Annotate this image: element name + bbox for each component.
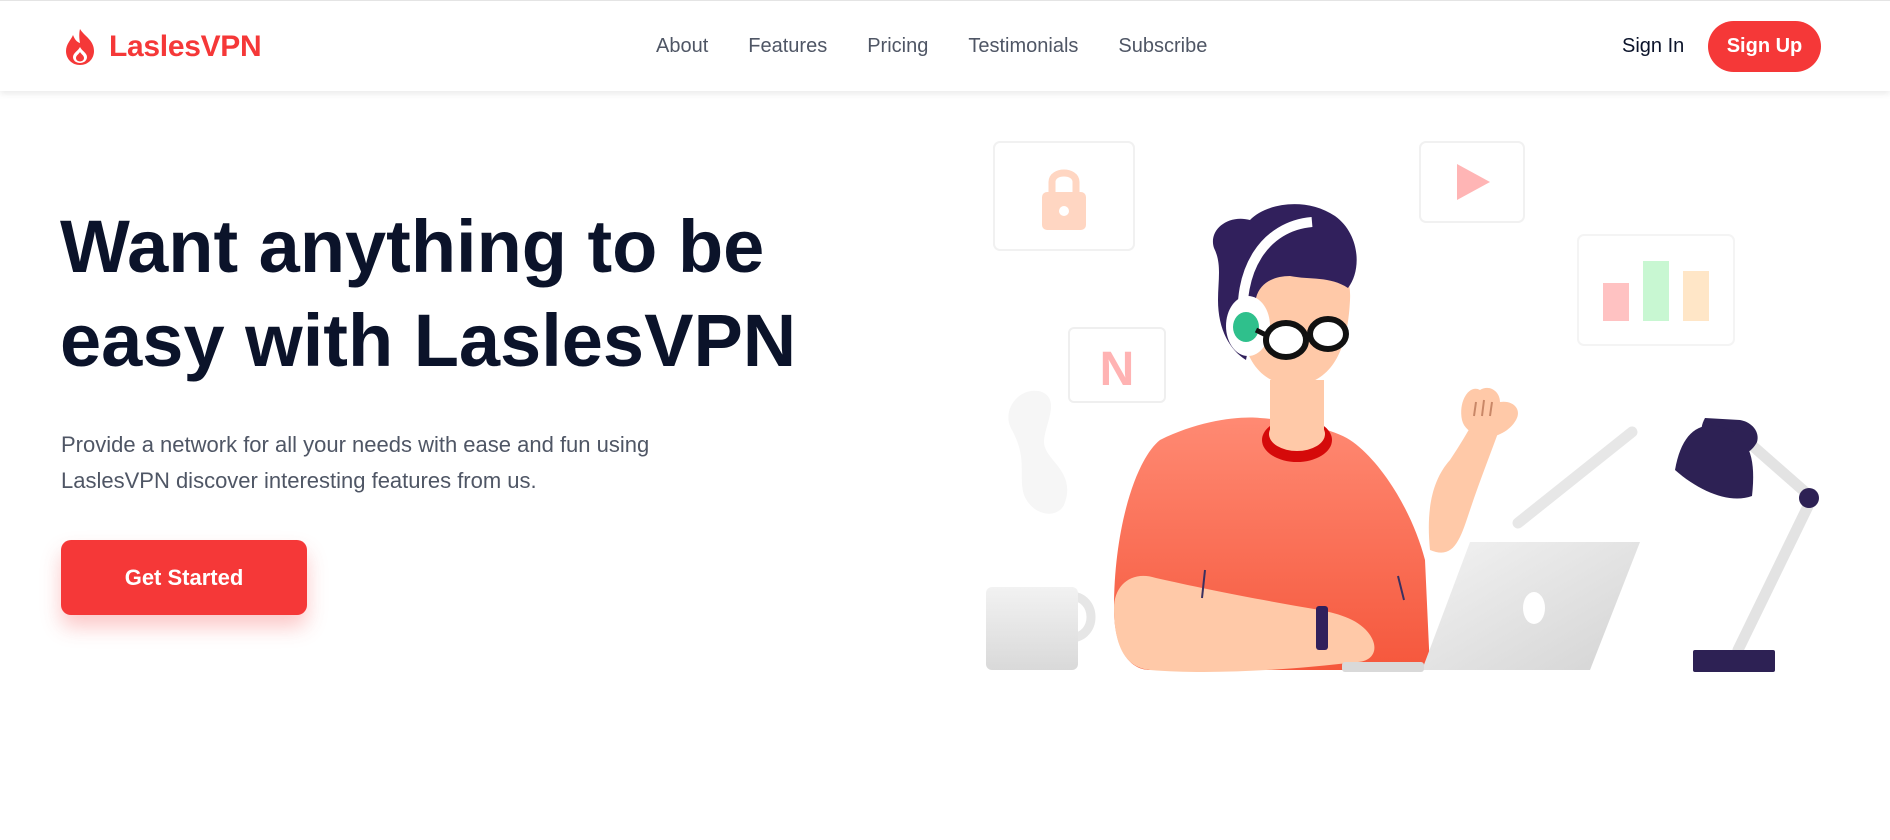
brand-logo[interactable]: LaslesVPN [61, 27, 262, 67]
nav-link-about[interactable]: About [656, 35, 708, 58]
sign-in-link[interactable]: Sign In [1622, 35, 1684, 58]
flame-logo-icon [66, 29, 94, 65]
netflix-letter: N [1100, 343, 1135, 396]
top-navbar: LaslesVPN About Features Pricing Testimo… [0, 0, 1890, 91]
hero-title-line-1: Want anything to be [60, 205, 765, 288]
steam-shape [1008, 390, 1068, 514]
hero-description: Provide a network for all your needs wit… [61, 427, 721, 499]
hero-illustration: N [986, 141, 1819, 673]
lock-icon [993, 141, 1135, 251]
bar-chart-icon [1577, 234, 1735, 346]
hero-title: Want anything to be easy with LaslesVPN [60, 200, 860, 388]
coffee-mug-icon [986, 587, 1096, 670]
brand-name: LaslesVPN [109, 30, 262, 63]
nav-link-subscribe[interactable]: Subscribe [1118, 35, 1207, 58]
main-nav: About Features Pricing Testimonials Subs… [656, 35, 1207, 58]
sign-up-button[interactable]: Sign Up [1708, 21, 1821, 72]
get-started-button[interactable]: Get Started [61, 540, 307, 615]
netflix-icon: N [1068, 327, 1166, 403]
hero-title-line-2: easy with LaslesVPN [60, 299, 797, 382]
nav-link-features[interactable]: Features [748, 35, 827, 58]
nav-link-pricing[interactable]: Pricing [867, 35, 928, 58]
hero-desc-line-1: Provide a network for all your needs wit… [61, 432, 650, 457]
nav-link-testimonials[interactable]: Testimonials [968, 35, 1078, 58]
play-icon [1419, 141, 1525, 223]
hero-desc-line-2: LaslesVPN discover interesting features … [61, 468, 537, 493]
